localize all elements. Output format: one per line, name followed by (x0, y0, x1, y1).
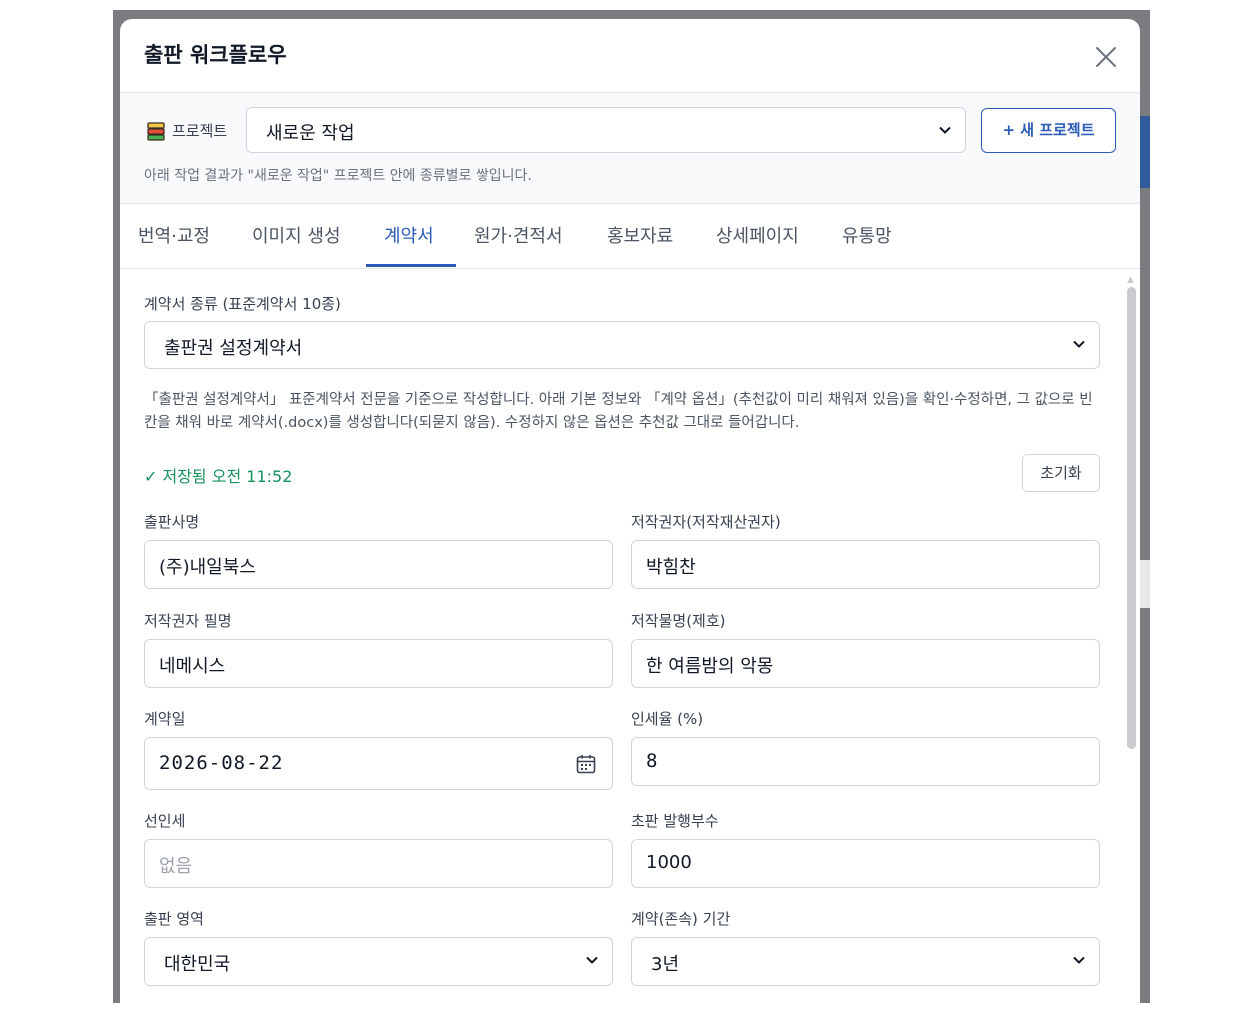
work-title-label: 저작물명(제호) (631, 612, 726, 630)
tab-detail-page[interactable]: 상세페이지 (716, 222, 799, 248)
contract-form: 계약서 종류 (표준계약서 10종) 출판권 설정계약서 「출판권 설정계약서」… (120, 269, 1140, 1012)
publisher-value: (주)내일북스 (159, 557, 256, 578)
contract-date-label: 계약일 (144, 710, 186, 728)
tab-promotion[interactable]: 홍보자료 (607, 222, 673, 248)
workflow-tabs: 번역·교정 이미지 생성 계약서 원가·견적서 홍보자료 상세페이지 유통망 (120, 204, 1140, 269)
term-value: 3년 (651, 954, 680, 975)
author-value: 박힘찬 (646, 557, 696, 578)
project-label: 프로젝트 (172, 122, 228, 140)
close-button[interactable] (1090, 41, 1122, 73)
scroll-up-arrow[interactable]: ▲ (1127, 275, 1134, 285)
advance-label: 선인세 (144, 812, 186, 830)
publishing-workflow-modal: 출판 워크플로우 프로젝트 새로운 작업 + 새 프로젝트 아래 작업 결과가 … (120, 19, 1140, 1012)
chevron-down-icon (1073, 956, 1085, 964)
advance-input[interactable]: 없음 (144, 839, 613, 888)
tab-distribution[interactable]: 유통망 (842, 222, 892, 248)
new-project-button[interactable]: + 새 프로젝트 (981, 108, 1116, 153)
author-label: 저작권자(저작재산권자) (631, 513, 781, 531)
project-bar: 프로젝트 새로운 작업 + 새 프로젝트 아래 작업 결과가 "새로운 작업" … (120, 93, 1140, 204)
chevron-down-icon (1073, 340, 1085, 348)
territory-value: 대한민국 (164, 954, 231, 975)
contract-type-label: 계약서 종류 (표준계약서 10종) (144, 295, 341, 313)
tab-contract[interactable]: 계약서 (384, 222, 434, 248)
publisher-input[interactable]: (주)내일북스 (144, 540, 613, 589)
advance-placeholder: 없음 (159, 856, 193, 877)
first-print-input[interactable]: 1000 (631, 839, 1100, 888)
contract-type-value: 출판권 설정계약서 (164, 338, 303, 359)
contract-date-value: 2026-08-22 (159, 752, 284, 774)
first-print-value: 1000 (646, 852, 692, 873)
tab-cost-estimate[interactable]: 원가·견적서 (474, 222, 563, 248)
royalty-value: 8 (646, 750, 659, 772)
modal-title: 출판 워크플로우 (144, 43, 287, 67)
saved-status: ✓ 저장됨 오전 11:52 (144, 467, 293, 486)
active-tab-indicator (366, 264, 456, 267)
royalty-label: 인세율 (%) (631, 710, 704, 728)
contract-date-input[interactable]: 2026-08-22 (144, 737, 613, 790)
territory-select[interactable]: 대한민국 (144, 937, 613, 986)
term-select[interactable]: 3년 (631, 937, 1100, 986)
contract-description: 「출판권 설정계약서」 표준계약서 전문을 기준으로 작성합니다. 아래 기본 … (144, 392, 1093, 431)
project-select-value: 새로운 작업 (266, 123, 355, 144)
publisher-label: 출판사명 (144, 513, 200, 531)
book-stack-icon (147, 122, 165, 141)
content-scrollbar[interactable] (1127, 287, 1136, 749)
tab-translation[interactable]: 번역·교정 (138, 222, 210, 248)
first-print-label: 초판 발행부수 (631, 812, 719, 830)
modal-header: 출판 워크플로우 (120, 19, 1140, 93)
chevron-down-icon (939, 126, 951, 134)
background-button-edge (1140, 116, 1150, 188)
chevron-down-icon (586, 956, 598, 964)
term-label: 계약(존속) 기간 (631, 910, 731, 928)
pen-name-label: 저작권자 필명 (144, 612, 232, 630)
pen-name-value: 네메시스 (159, 656, 226, 677)
work-title-input[interactable]: 한 여름밤의 악몽 (631, 639, 1100, 688)
calendar-icon[interactable] (576, 754, 596, 774)
close-icon (1096, 47, 1116, 67)
project-select[interactable]: 새로운 작업 (246, 107, 966, 153)
tab-image-generation[interactable]: 이미지 생성 (252, 222, 341, 248)
pen-name-input[interactable]: 네메시스 (144, 639, 613, 688)
project-note: 아래 작업 결과가 "새로운 작업" 프로젝트 안에 종류별로 쌓입니다. (144, 168, 532, 184)
territory-label: 출판 영역 (144, 910, 204, 928)
contract-type-select[interactable]: 출판권 설정계약서 (144, 321, 1100, 369)
royalty-input[interactable]: 8 (631, 737, 1100, 786)
work-title-value: 한 여름밤의 악몽 (646, 656, 774, 677)
author-input[interactable]: 박힘찬 (631, 540, 1100, 589)
reset-button[interactable]: 초기화 (1022, 454, 1100, 492)
